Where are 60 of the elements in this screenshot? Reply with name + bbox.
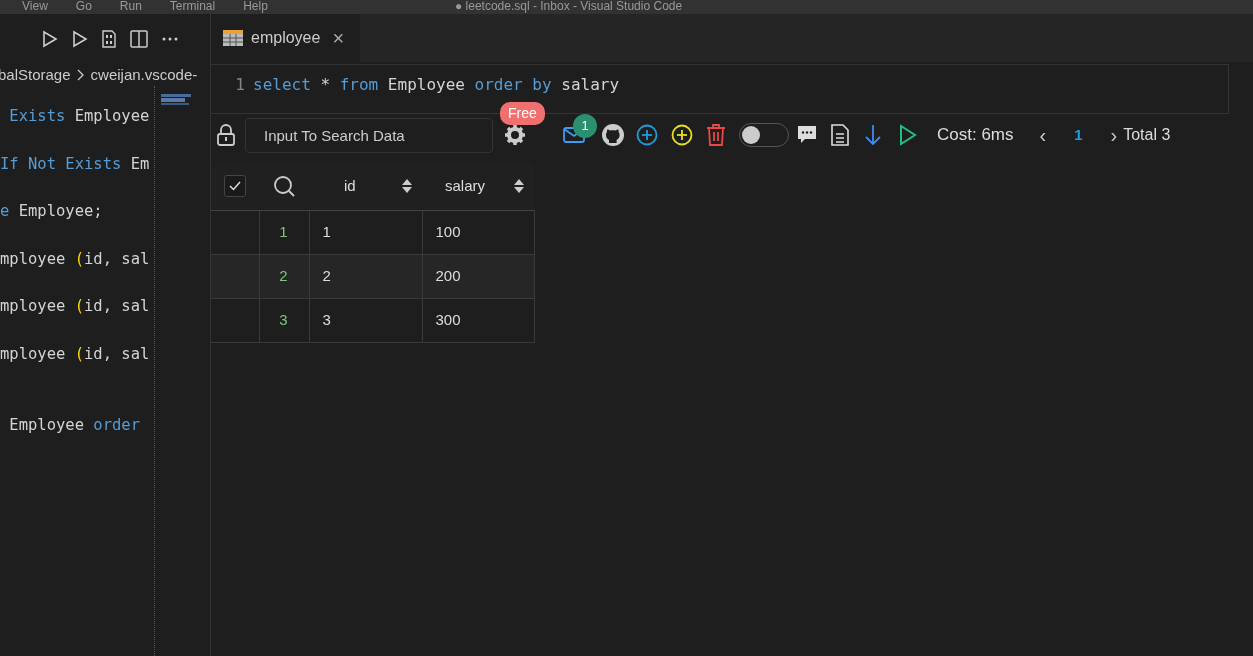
run-icon[interactable] bbox=[899, 124, 917, 146]
comment-icon[interactable] bbox=[797, 125, 817, 145]
table-cell: 300 bbox=[422, 298, 534, 342]
minimap-drawing[interactable] bbox=[161, 93, 192, 106]
menu-item[interactable]: View bbox=[22, 0, 48, 12]
count-badge: 1 bbox=[573, 114, 597, 138]
delete-icon[interactable] bbox=[706, 124, 726, 146]
menu-item[interactable]: Terminal bbox=[169, 0, 216, 12]
cost-label: Cost: 6ms bbox=[937, 124, 1014, 147]
sort-icon[interactable] bbox=[401, 177, 413, 194]
table-cell: 1 bbox=[309, 210, 422, 254]
prev-page-button[interactable]: ‹ bbox=[1033, 120, 1053, 150]
page-number[interactable]: 1 bbox=[1068, 123, 1089, 147]
code-line: mployee (id, sal bbox=[0, 248, 151, 270]
select-all-checkbox[interactable] bbox=[224, 174, 246, 197]
github-icon[interactable] bbox=[601, 123, 625, 147]
code-line: mployee (id, sal bbox=[0, 296, 151, 317]
code-line: If Not Exists Em bbox=[0, 153, 151, 175]
add-icon[interactable] bbox=[636, 124, 658, 146]
binary-file-icon[interactable] bbox=[102, 30, 116, 48]
table-cell: 200 bbox=[422, 254, 534, 298]
query-text: select * from Employee order by salary bbox=[253, 74, 620, 96]
run-icon[interactable] bbox=[42, 30, 58, 48]
table-cell: 2 bbox=[309, 254, 422, 298]
row-number: 3 bbox=[259, 298, 309, 342]
table-cell: 3 bbox=[309, 298, 422, 342]
search-icon[interactable] bbox=[273, 175, 295, 198]
breadcrumb-item[interactable]: cweijan.vscode- bbox=[90, 63, 198, 87]
toggle-switch[interactable] bbox=[739, 123, 789, 147]
chevron-icon bbox=[76, 69, 85, 81]
code-line: e Employee; bbox=[0, 201, 104, 222]
menu-item[interactable]: Help bbox=[243, 0, 268, 12]
column-header[interactable]: id bbox=[344, 174, 356, 197]
table-icon bbox=[223, 30, 243, 46]
split-editor-icon[interactable] bbox=[130, 30, 148, 48]
column-header[interactable]: salary bbox=[445, 174, 485, 197]
free-badge: Free bbox=[500, 102, 545, 125]
editor-tab[interactable]: employee × bbox=[211, 14, 361, 62]
menu-item[interactable]: Go bbox=[75, 0, 92, 12]
next-page-button[interactable]: › bbox=[1104, 120, 1124, 150]
window-title: ● leetcode.sql - Inbox - Visual Studio Code bbox=[455, 0, 683, 12]
line-number: 1 bbox=[234, 74, 246, 96]
play-icon[interactable] bbox=[72, 30, 88, 48]
row-number: 2 bbox=[259, 254, 309, 298]
table-cell: 100 bbox=[422, 210, 534, 254]
code-line: Exists Employee bbox=[8, 106, 151, 127]
sort-icon[interactable] bbox=[513, 177, 525, 194]
search-field[interactable]: Input To Search Data bbox=[245, 117, 493, 153]
code-line: mployee (id, sal bbox=[0, 343, 151, 365]
document-icon[interactable] bbox=[831, 124, 849, 146]
more-icon[interactable] bbox=[162, 37, 178, 41]
check-icon bbox=[229, 180, 241, 191]
row-number: 1 bbox=[259, 210, 309, 254]
settings-icon[interactable] bbox=[504, 124, 526, 146]
download-icon[interactable] bbox=[865, 124, 881, 146]
lock-icon[interactable] bbox=[217, 124, 235, 146]
code-line: Employee order bbox=[8, 415, 141, 436]
close-button[interactable]: × bbox=[328, 23, 349, 53]
total-label: Total 3 bbox=[1123, 125, 1171, 145]
menu-item[interactable]: Run bbox=[119, 0, 142, 12]
